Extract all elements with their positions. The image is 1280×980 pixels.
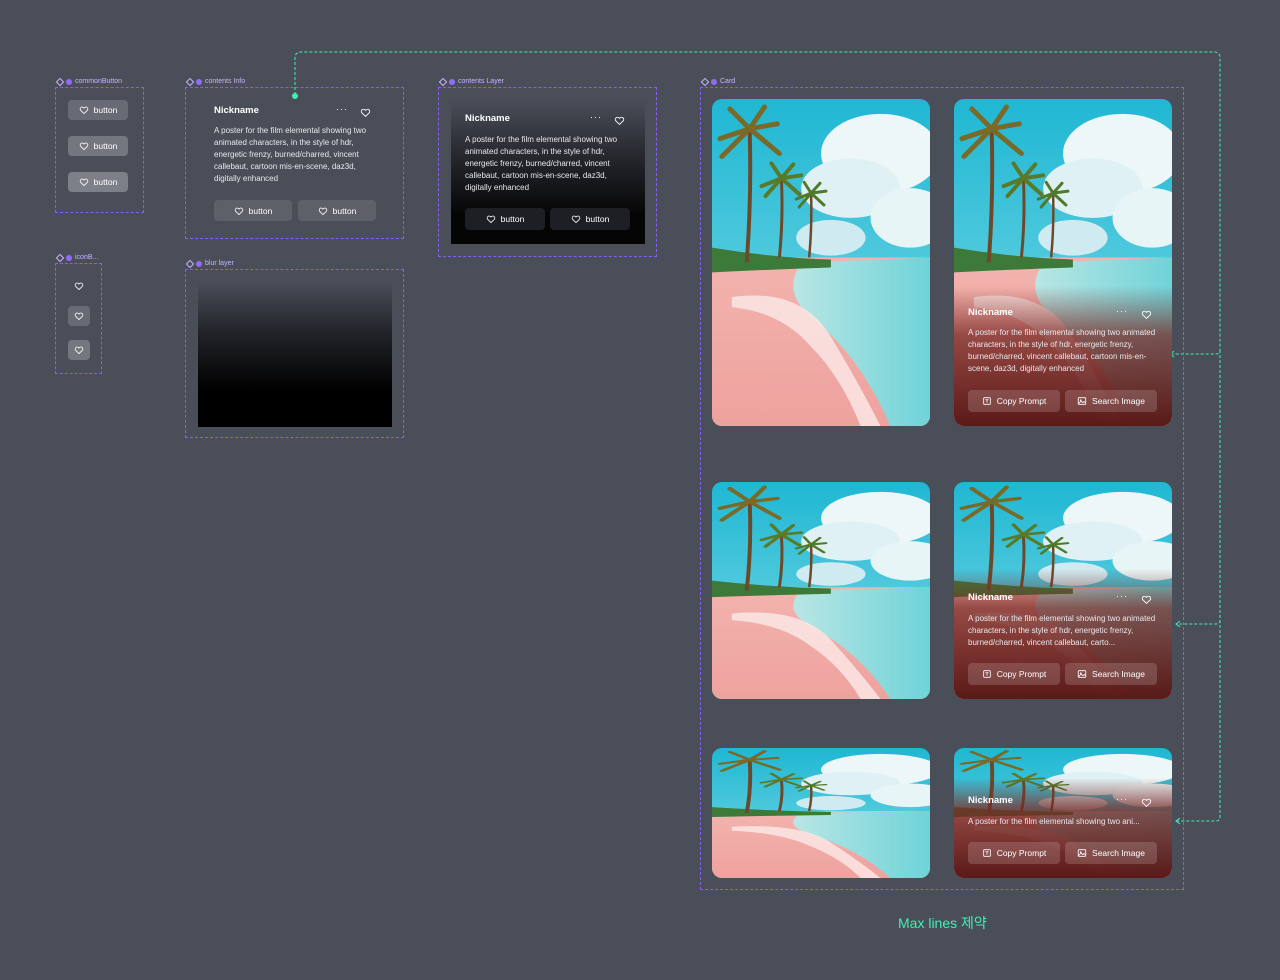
more-icon[interactable]: ··· bbox=[590, 112, 602, 122]
image-card-hover[interactable]: Nickname ··· A poster for the film eleme… bbox=[954, 482, 1172, 699]
search-image-button[interactable]: Search Image bbox=[1065, 842, 1157, 864]
like-button[interactable]: button bbox=[214, 200, 292, 221]
frame-label-contents-layer: contents Layer bbox=[439, 78, 504, 85]
more-icon[interactable]: ··· bbox=[1116, 306, 1128, 316]
like-button[interactable]: button bbox=[465, 208, 545, 230]
heart-icon bbox=[79, 177, 89, 187]
frame-label-icon-button: iconB... bbox=[56, 254, 98, 261]
like-button[interactable]: button bbox=[298, 200, 376, 221]
more-icon[interactable]: ··· bbox=[1116, 591, 1128, 601]
search-image-icon bbox=[1077, 848, 1087, 858]
more-icon[interactable]: ··· bbox=[336, 104, 348, 114]
image-card[interactable] bbox=[712, 99, 930, 426]
component-icon bbox=[186, 78, 193, 85]
search-image-button[interactable]: Search Image bbox=[1065, 663, 1157, 685]
heart-icon[interactable] bbox=[614, 113, 625, 124]
heart-icon bbox=[79, 105, 89, 115]
heart-icon[interactable] bbox=[1141, 592, 1152, 603]
copy-prompt-button[interactable]: Copy Prompt bbox=[968, 663, 1060, 685]
common-button-default[interactable]: button bbox=[68, 100, 128, 120]
heart-icon bbox=[571, 214, 581, 224]
heart-icon bbox=[74, 281, 84, 291]
nickname: Nickname bbox=[968, 307, 1013, 318]
image-card[interactable] bbox=[712, 482, 930, 699]
copy-prompt-icon bbox=[982, 669, 992, 679]
component-icon bbox=[439, 78, 446, 85]
heart-icon[interactable] bbox=[1141, 795, 1152, 806]
copy-prompt-icon bbox=[982, 396, 992, 406]
like-button[interactable]: button bbox=[550, 208, 630, 230]
icon-button-default[interactable] bbox=[68, 276, 90, 296]
beach-image bbox=[712, 482, 930, 699]
component-icon bbox=[56, 254, 63, 261]
component-icon bbox=[186, 260, 193, 267]
description: A poster for the film elemental showing … bbox=[968, 328, 1156, 373]
nickname: Nickname bbox=[968, 592, 1013, 603]
common-button-pressed[interactable]: button bbox=[68, 172, 128, 192]
heart-icon bbox=[234, 206, 244, 216]
frame-label-card: Card bbox=[701, 78, 735, 85]
heart-icon bbox=[318, 206, 328, 216]
nickname: Nickname bbox=[214, 105, 259, 116]
image-card-hover[interactable]: Nickname ··· A poster for the film eleme… bbox=[954, 748, 1172, 878]
frame-label-blur-layer: blur layer bbox=[186, 260, 234, 267]
icon-button-pressed[interactable] bbox=[68, 340, 90, 360]
copy-prompt-button[interactable]: Copy Prompt bbox=[968, 842, 1060, 864]
heart-icon bbox=[74, 311, 84, 321]
heart-icon bbox=[486, 214, 496, 224]
description: A poster for the film elemental showing … bbox=[968, 817, 1140, 826]
copy-prompt-button[interactable]: Copy Prompt bbox=[968, 390, 1060, 412]
heart-icon bbox=[74, 345, 84, 355]
more-icon[interactable]: ··· bbox=[1116, 794, 1128, 804]
description: A poster for the film elemental showing … bbox=[465, 135, 618, 192]
search-image-button[interactable]: Search Image bbox=[1065, 390, 1157, 412]
search-image-icon bbox=[1077, 669, 1087, 679]
heart-icon bbox=[79, 141, 89, 151]
description: A poster for the film elemental showing … bbox=[968, 614, 1156, 647]
beach-image bbox=[712, 99, 930, 426]
icon-button-hover[interactable] bbox=[68, 306, 90, 326]
heart-icon[interactable] bbox=[1141, 307, 1152, 318]
description: A poster for the film elemental showing … bbox=[214, 126, 367, 183]
image-card[interactable] bbox=[712, 748, 930, 878]
max-lines-note: Max lines 제약 bbox=[898, 915, 987, 931]
image-card-hover[interactable]: Nickname ··· A poster for the film eleme… bbox=[954, 99, 1172, 426]
component-icon bbox=[56, 78, 63, 85]
common-button-hover[interactable]: button bbox=[68, 136, 128, 156]
frame-label-contents-info: contents Info bbox=[186, 78, 245, 85]
copy-prompt-icon bbox=[982, 848, 992, 858]
search-image-icon bbox=[1077, 396, 1087, 406]
blur-gradient bbox=[198, 282, 392, 427]
beach-image bbox=[712, 748, 930, 878]
nickname: Nickname bbox=[968, 795, 1013, 806]
frame-label-common-button: commonButton bbox=[56, 78, 122, 85]
heart-icon[interactable] bbox=[360, 105, 371, 116]
nickname: Nickname bbox=[465, 113, 510, 124]
component-icon bbox=[701, 78, 708, 85]
